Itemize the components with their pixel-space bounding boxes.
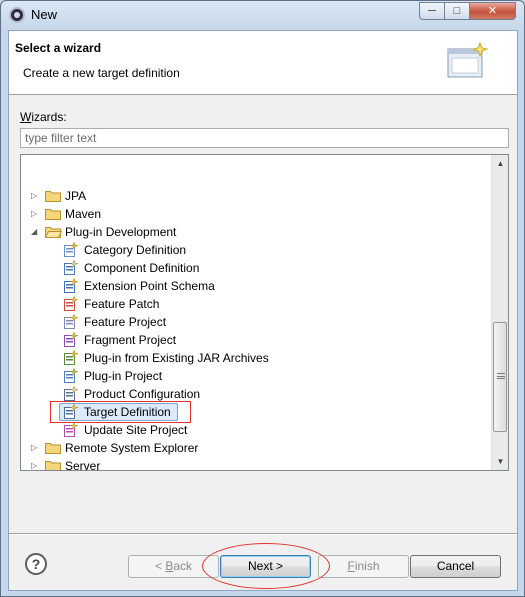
target-definition-icon <box>62 404 78 420</box>
folder-icon <box>45 208 62 220</box>
tree-item-label: Plug-in from Existing JAR Archives <box>84 351 269 365</box>
tree-wizard-row[interactable]: Target Definition <box>21 403 491 421</box>
tree-item-label: Product Configuration <box>84 387 201 401</box>
product-configuration-icon <box>62 386 78 402</box>
tree-item-label: Server <box>65 459 101 471</box>
feature-patch-icon <box>62 296 78 312</box>
tree-item-label: JPA <box>65 189 87 203</box>
update-site-project-icon <box>62 422 78 438</box>
scroll-down-arrow-icon[interactable]: ▼ <box>492 453 508 470</box>
collapsed-arrow-icon[interactable]: ▷ <box>31 191 41 201</box>
window-title: New <box>31 7 58 22</box>
tree-category-row[interactable]: ▷ Remote System Explorer <box>21 439 491 457</box>
grip-icon <box>497 373 505 379</box>
folder-icon <box>45 442 62 454</box>
category-definition-icon <box>62 242 78 258</box>
wizard-banner: Select a wizard Create a new target defi… <box>9 31 517 95</box>
folder-icon <box>45 460 62 470</box>
plugin-project-icon <box>62 368 78 384</box>
extension-point-schema-icon <box>62 278 78 294</box>
tree-wizard-row[interactable]: Extension Point Schema <box>21 277 491 295</box>
tree-item-label: Feature Project <box>84 315 167 329</box>
folder-icon <box>45 226 62 238</box>
tree-item-label: Plug-in Development <box>65 225 177 239</box>
tree-category-row[interactable]: ▷ Server <box>21 457 491 471</box>
tree-wizard-row[interactable]: Component Definition <box>21 259 491 277</box>
folder-icon <box>45 190 62 202</box>
tree-wizard-row[interactable]: Plug-in Project <box>21 367 491 385</box>
tree-wizard-row[interactable]: Feature Project <box>21 313 491 331</box>
tree-wizard-row[interactable]: Fragment Project <box>21 331 491 349</box>
tree-item-label: Category Definition <box>84 243 187 257</box>
new-wizard-window: New ─ □ ✕ Select a wizard Create a new t… <box>0 0 525 597</box>
tree-item-label: Maven <box>65 207 102 221</box>
scroll-up-arrow-icon[interactable]: ▲ <box>492 155 508 172</box>
wizards-label: Wizards: <box>20 110 67 124</box>
cancel-button[interactable]: Cancel <box>410 555 501 578</box>
collapsed-arrow-icon[interactable]: ▷ <box>31 443 41 453</box>
tree-item-label: Plug-in Project <box>84 369 163 383</box>
scrollbar-thumb[interactable] <box>493 322 507 432</box>
tree-wizard-row[interactable]: Feature Patch <box>21 295 491 313</box>
tree-item-label: Update Site Project <box>84 423 188 437</box>
fragment-project-icon <box>62 332 78 348</box>
tree-item-label: Feature Patch <box>84 297 160 311</box>
tree-wizard-row[interactable]: Plug-in from Existing JAR Archives <box>21 349 491 367</box>
annotation-highlight-ellipse <box>202 543 330 589</box>
finish-button[interactable]: Finish <box>318 555 409 578</box>
tree-wizard-row[interactable]: Product Configuration <box>21 385 491 403</box>
collapsed-arrow-icon[interactable]: ▷ <box>31 461 41 470</box>
banner-title: Select a wizard <box>15 41 102 55</box>
new-wizard-banner-icon <box>446 41 490 85</box>
dialog-client-area: Select a wizard Create a new target defi… <box>8 30 518 591</box>
plugin-from-jar-icon <box>62 350 78 366</box>
tree-item-label: Target Definition <box>84 405 171 419</box>
wizard-filter-input[interactable] <box>20 128 509 148</box>
wizard-tree[interactable]: ▷ JPA ▷ Maven ◢ Plug-in Development Category D… <box>20 154 509 471</box>
title-bar[interactable]: New ─ □ ✕ <box>1 1 524 29</box>
tree-wizard-row[interactable]: Update Site Project <box>21 421 491 439</box>
maximize-button[interactable]: □ <box>444 2 470 20</box>
tree-wizard-row[interactable]: Category Definition <box>21 241 491 259</box>
eclipse-app-icon <box>9 7 25 23</box>
help-icon[interactable]: ? <box>25 553 47 575</box>
tree-item-label: Extension Point Schema <box>84 279 215 293</box>
tree-category-row[interactable]: ◢ Plug-in Development <box>21 223 491 241</box>
tree-category-row[interactable]: ▷ Maven <box>21 205 491 223</box>
close-button[interactable]: ✕ <box>469 2 516 20</box>
minimize-button[interactable]: ─ <box>419 2 445 20</box>
component-definition-icon <box>62 260 78 276</box>
tree-vertical-scrollbar[interactable]: ▲ ▼ <box>491 155 508 470</box>
expanded-arrow-icon[interactable]: ◢ <box>31 227 41 237</box>
tree-item-label: Fragment Project <box>84 333 177 347</box>
tree-category-row[interactable]: ▷ JPA <box>21 187 491 205</box>
banner-description: Create a new target definition <box>23 66 180 80</box>
collapsed-arrow-icon[interactable]: ▷ <box>31 209 41 219</box>
tree-item-label: Component Definition <box>84 261 200 275</box>
tree-item-label: Remote System Explorer <box>65 441 199 455</box>
button-bar-separator <box>9 533 517 535</box>
feature-project-icon <box>62 314 78 330</box>
